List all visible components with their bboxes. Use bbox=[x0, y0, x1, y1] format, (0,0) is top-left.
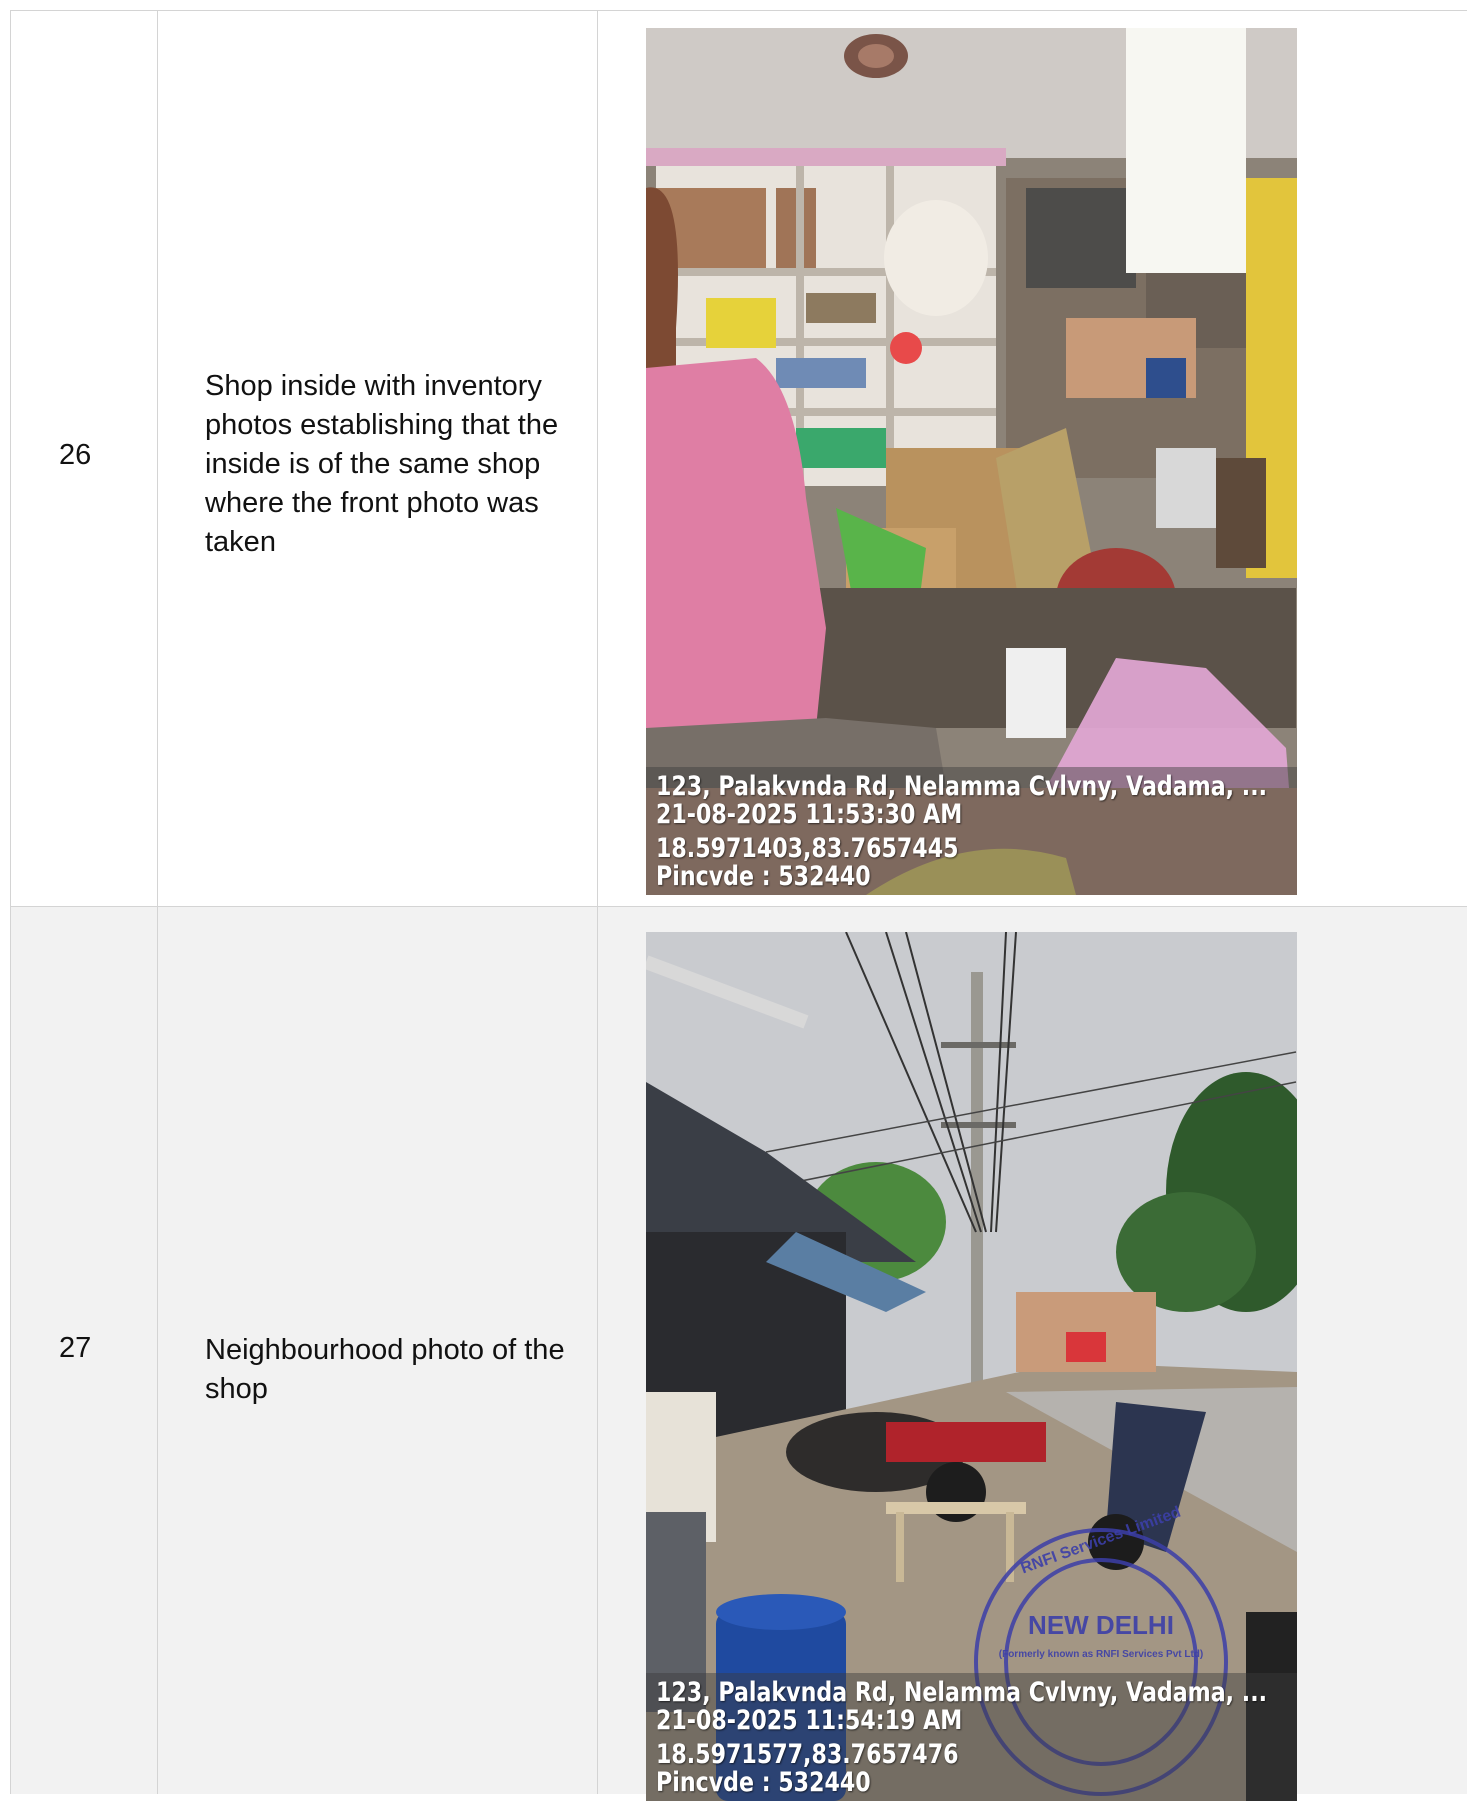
photo-datetime: 21-08-2025 11:53:30 AM bbox=[656, 799, 963, 830]
table-row: 27 Neighbourhood photo of the shop RNFI … bbox=[11, 907, 1467, 1801]
neighbourhood-photo: RNFI Services Limited NEW DELHI (Formerl… bbox=[646, 932, 1297, 1801]
seal-former-name: (Formerly known as RNFI Services Pvt Ltd… bbox=[998, 1649, 1204, 1660]
photo-geotag-overlay: 123, Palakvnda Rd, Nelamma Cvlvny, Vadam… bbox=[656, 773, 1297, 891]
row-number: 27 bbox=[59, 1332, 92, 1364]
row-description: Neighbourhood photo of the shop bbox=[205, 1334, 565, 1405]
photo-address: 123, Palakvnda Rd, Nelamma Cvlvny, Vadam… bbox=[656, 1677, 1268, 1708]
row-number-cell: 27 bbox=[11, 907, 158, 1794]
row-number: 26 bbox=[59, 439, 92, 471]
description-cell: Shop inside with inventory photos establ… bbox=[158, 11, 598, 906]
photo-cell: RNFI Services Limited NEW DELHI (Formerl… bbox=[598, 907, 1467, 1801]
description-cell: Neighbourhood photo of the shop bbox=[158, 907, 598, 1794]
photo-coordinates: 18.5971577,83.7657476 bbox=[656, 1739, 959, 1770]
table-row: 26 Shop inside with inventory photos est… bbox=[11, 11, 1467, 907]
photo-address: 123, Palakvnda Rd, Nelamma Cvlvny, Vadam… bbox=[656, 771, 1268, 802]
row-number-cell: 26 bbox=[11, 11, 158, 906]
row-description: Shop inside with inventory photos establ… bbox=[205, 370, 559, 558]
photo-pincode: Pincvde : 532440 bbox=[656, 861, 871, 892]
photo-geotag-overlay: 123, Palakvnda Rd, Nelamma Cvlvny, Vadam… bbox=[656, 1679, 1297, 1797]
photo-coordinates: 18.5971403,83.7657445 bbox=[656, 833, 959, 864]
shop-inside-photo: 123, Palakvnda Rd, Nelamma Cvlvny, Vadam… bbox=[646, 28, 1297, 895]
photo-cell: 123, Palakvnda Rd, Nelamma Cvlvny, Vadam… bbox=[598, 11, 1467, 906]
seal-city: NEW DELHI bbox=[1028, 1610, 1174, 1640]
evidence-table: 26 Shop inside with inventory photos est… bbox=[10, 10, 1467, 1801]
photo-datetime: 21-08-2025 11:54:19 AM bbox=[656, 1705, 963, 1736]
company-seal: RNFI Services Limited NEW DELHI (Formerl… bbox=[991, 1504, 1211, 1660]
